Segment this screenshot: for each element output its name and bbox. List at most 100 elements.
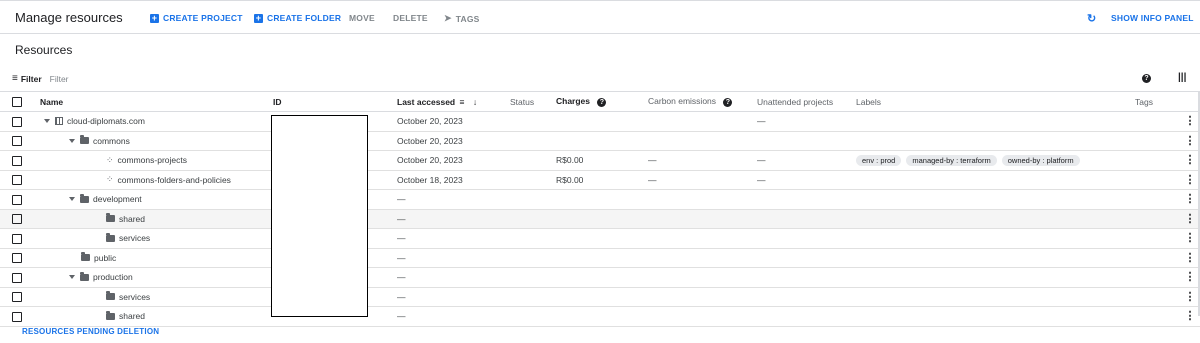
- status-cell: [510, 170, 556, 190]
- more-actions-icon[interactable]: ⋮: [1180, 248, 1200, 268]
- create-folder-label: CREATE FOLDER: [267, 13, 342, 23]
- table-row[interactable]: production — ⋮: [0, 267, 1200, 288]
- sort-arrow-down-icon[interactable]: ↓: [473, 97, 477, 107]
- table-row[interactable]: services — ⋮: [0, 228, 1200, 249]
- name-cell: ⁘ commons-projects: [40, 150, 273, 171]
- row-checkbox[interactable]: [12, 194, 22, 205]
- more-actions-icon[interactable]: ⋮: [1180, 150, 1200, 171]
- show-info-panel-button[interactable]: SHOW INFO PANEL: [1111, 13, 1194, 23]
- filter-bar[interactable]: ≡ Filter Filter: [12, 73, 69, 84]
- col-status[interactable]: Status: [510, 91, 556, 112]
- more-actions-icon[interactable]: ⋮: [1180, 287, 1200, 307]
- table-row[interactable]: public — ⋮: [0, 248, 1200, 268]
- resource-name[interactable]: commons-folders-and-policies: [118, 175, 231, 185]
- name-cell: services: [40, 228, 273, 249]
- row-checkbox[interactable]: [12, 233, 22, 244]
- expand-caret-icon[interactable]: [69, 138, 75, 143]
- row-checkbox[interactable]: [12, 116, 22, 127]
- unattended-cell: —: [757, 170, 856, 190]
- last-accessed-cell: October 20, 2023: [397, 111, 510, 132]
- add-project-icon: +: [150, 12, 159, 23]
- resource-name[interactable]: shared: [119, 311, 145, 321]
- more-actions-icon[interactable]: ⋮: [1180, 189, 1200, 210]
- row-checkbox[interactable]: [12, 253, 22, 264]
- resources-pending-deletion-link[interactable]: RESOURCES PENDING DELETION: [22, 327, 159, 336]
- tags-cell: [1135, 111, 1180, 132]
- table-row[interactable]: development — ⋮: [0, 189, 1200, 210]
- project-icon: ⁘: [106, 174, 114, 185]
- refresh-icon: ↻: [1087, 13, 1097, 25]
- row-checkbox[interactable]: [12, 214, 22, 225]
- charges-cell: [556, 248, 648, 268]
- resource-name[interactable]: services: [119, 292, 150, 302]
- col-last-accessed[interactable]: Last accessed ≡ ↓: [397, 91, 510, 112]
- folder-icon: [80, 271, 89, 281]
- folder-icon: [106, 232, 115, 242]
- create-folder-button[interactable]: + CREATE FOLDER: [254, 13, 341, 23]
- more-actions-icon[interactable]: ⋮: [1180, 111, 1200, 132]
- name-cell: services: [40, 287, 273, 307]
- table-row[interactable]: commons October 20, 2023 ⋮: [0, 131, 1200, 151]
- col-tags[interactable]: Tags: [1135, 91, 1180, 112]
- status-cell: [510, 248, 556, 268]
- move-button[interactable]: MOVE: [349, 13, 375, 23]
- more-actions-icon[interactable]: ⋮: [1180, 306, 1200, 327]
- resource-name[interactable]: production: [93, 272, 133, 282]
- tags-cell: [1135, 287, 1180, 307]
- col-unattended[interactable]: Unattended projects: [757, 91, 856, 112]
- name-cell: development: [40, 189, 273, 210]
- table-row[interactable]: ⁘ commons-folders-and-policies October 18…: [0, 170, 1200, 190]
- more-actions-icon[interactable]: ⋮: [1180, 131, 1200, 151]
- table-row[interactable]: cloud-diplomats.com October 20, 2023 — ⋮: [0, 111, 1200, 132]
- carbon-cell: [648, 131, 757, 151]
- name-cell: shared: [40, 306, 273, 327]
- charges-help-icon[interactable]: ?: [597, 98, 607, 107]
- tags-cell: [1135, 209, 1180, 229]
- resource-name[interactable]: shared: [119, 214, 145, 224]
- more-actions-icon[interactable]: ⋮: [1180, 170, 1200, 190]
- row-checkbox[interactable]: [12, 136, 22, 147]
- resource-name[interactable]: commons: [93, 136, 130, 146]
- create-project-button[interactable]: + CREATE PROJECT: [150, 13, 243, 23]
- resource-name[interactable]: commons-projects: [118, 155, 187, 165]
- last-accessed-cell: —: [397, 287, 510, 307]
- row-checkbox[interactable]: [12, 155, 22, 166]
- charges-cell: R$0.00: [556, 150, 648, 171]
- expand-caret-icon[interactable]: [44, 119, 50, 124]
- col-name[interactable]: Name: [40, 91, 273, 112]
- charges-cell: [556, 131, 648, 151]
- tags-button[interactable]: ➤ TAGS: [444, 13, 480, 24]
- row-checkbox[interactable]: [12, 175, 22, 186]
- more-actions-icon[interactable]: ⋮: [1180, 228, 1200, 249]
- select-all-checkbox[interactable]: [12, 96, 22, 107]
- row-checkbox[interactable]: [12, 292, 22, 303]
- more-actions-icon[interactable]: ⋮: [1180, 209, 1200, 229]
- col-charges[interactable]: Charges ?: [556, 91, 648, 112]
- refresh-button[interactable]: ↻: [1087, 12, 1096, 25]
- col-id[interactable]: ID: [273, 91, 397, 112]
- help-icon[interactable]: ?: [1142, 74, 1151, 83]
- row-checkbox[interactable]: [12, 311, 22, 322]
- carbon-help-icon[interactable]: ?: [723, 98, 733, 107]
- col-carbon[interactable]: Carbon emissions ?: [648, 91, 757, 112]
- unattended-cell: [757, 209, 856, 229]
- row-checkbox[interactable]: [12, 272, 22, 283]
- table-row[interactable]: shared — ⋮: [0, 306, 1200, 327]
- folder-icon: [106, 213, 115, 223]
- expand-caret-icon[interactable]: [69, 275, 75, 280]
- expand-caret-icon[interactable]: [69, 197, 75, 202]
- table-row[interactable]: ⁘ commons-projects October 20, 2023 R$0.0…: [0, 150, 1200, 171]
- resource-name[interactable]: cloud-diplomats.com: [67, 116, 145, 126]
- carbon-cell: —: [648, 170, 757, 190]
- delete-button[interactable]: DELETE: [393, 13, 428, 23]
- table-row[interactable]: shared — ⋮: [0, 209, 1200, 229]
- col-labels[interactable]: Labels: [856, 91, 1135, 112]
- column-display-icon[interactable]: |||: [1178, 72, 1186, 83]
- table-row[interactable]: services — ⋮: [0, 287, 1200, 307]
- resource-name[interactable]: development: [93, 194, 142, 204]
- filter-input[interactable]: Filter: [50, 74, 69, 84]
- resource-name[interactable]: public: [94, 253, 116, 263]
- resource-name[interactable]: services: [119, 233, 150, 243]
- more-actions-icon[interactable]: ⋮: [1180, 267, 1200, 288]
- carbon-cell: [648, 228, 757, 249]
